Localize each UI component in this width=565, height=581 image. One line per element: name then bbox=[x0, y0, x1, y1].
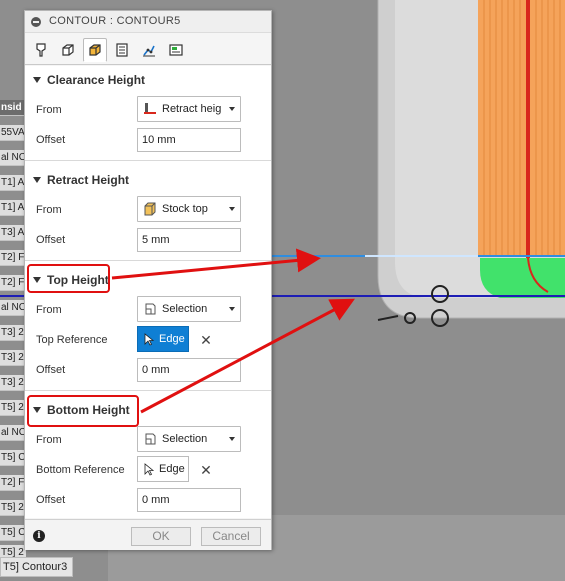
top-from-select[interactable]: Selection bbox=[137, 296, 241, 322]
browser-item[interactable]: al NC bbox=[0, 425, 26, 441]
cancel-button[interactable]: Cancel bbox=[201, 527, 261, 546]
tab-heights[interactable] bbox=[83, 38, 107, 62]
cursor-arrow-icon bbox=[144, 333, 154, 346]
browser-item[interactable]: T1] A bbox=[0, 200, 26, 216]
tab-geometry[interactable] bbox=[56, 38, 80, 62]
bottom-height-highlight bbox=[27, 395, 139, 427]
tab-post[interactable] bbox=[164, 38, 188, 62]
browser-item[interactable]: T5] 2 bbox=[0, 500, 26, 516]
collapse-triangle-icon bbox=[33, 77, 41, 83]
top-from-label: From bbox=[36, 304, 62, 316]
browser-item[interactable]: T5] 2 bbox=[0, 400, 26, 416]
clearance-height-header[interactable]: Clearance Height bbox=[33, 70, 145, 90]
chevron-down-icon bbox=[229, 437, 235, 441]
section-divider bbox=[25, 260, 271, 261]
browser-item-contour3[interactable]: T5] Contour3 bbox=[0, 557, 73, 577]
info-icon[interactable]: i bbox=[33, 530, 45, 542]
retract-height-icon bbox=[144, 103, 156, 114]
top-offset-label: Offset bbox=[36, 364, 66, 376]
bottom-from-select[interactable]: Selection bbox=[137, 426, 241, 452]
bottom-offset-label: Offset bbox=[36, 494, 66, 506]
cursor-arrow-icon bbox=[144, 463, 154, 476]
post-icon bbox=[169, 44, 183, 56]
browser-item[interactable]: T2] F bbox=[0, 275, 26, 291]
retract-from-label: From bbox=[36, 204, 62, 216]
bottom-reference-edge-button[interactable]: Edge bbox=[137, 456, 189, 482]
tab-linking[interactable] bbox=[137, 38, 161, 62]
clearance-offset-label: Offset bbox=[36, 134, 66, 146]
browser-item[interactable]: T5] C bbox=[0, 450, 26, 466]
stock-top-icon bbox=[144, 202, 156, 216]
tab-tool[interactable] bbox=[29, 38, 53, 62]
dialog-title-bar[interactable]: CONTOUR : CONTOUR5 bbox=[25, 11, 271, 33]
browser-item[interactable]: T2] F bbox=[0, 250, 26, 266]
ok-button[interactable]: OK bbox=[131, 527, 191, 546]
clear-bottom-reference-icon[interactable]: ✕ bbox=[199, 463, 213, 477]
collapse-icon[interactable] bbox=[31, 17, 41, 27]
chevron-down-icon bbox=[229, 307, 235, 311]
browser-item[interactable]: T1] A bbox=[0, 175, 26, 191]
selection-icon bbox=[145, 303, 156, 315]
selection-icon bbox=[145, 433, 156, 445]
browser-item[interactable]: al NC bbox=[0, 150, 26, 166]
clearance-offset-input[interactable] bbox=[137, 128, 241, 152]
clear-top-reference-icon[interactable]: ✕ bbox=[199, 333, 213, 347]
linking-icon bbox=[143, 45, 155, 57]
collapse-triangle-icon bbox=[33, 177, 41, 183]
bottom-from-label: From bbox=[36, 434, 62, 446]
top-reference-edge-button[interactable]: Edge bbox=[137, 326, 189, 352]
top-height-highlight bbox=[27, 264, 110, 293]
bottom-offset-input[interactable] bbox=[137, 488, 241, 512]
chevron-down-icon bbox=[229, 207, 235, 211]
retract-from-select[interactable]: Stock top bbox=[137, 196, 241, 222]
dialog-title: CONTOUR : CONTOUR5 bbox=[49, 15, 181, 27]
clearance-from-label: From bbox=[36, 104, 62, 116]
browser-item[interactable]: T3] 2 bbox=[0, 375, 26, 391]
top-reference-label: Top Reference bbox=[36, 334, 108, 346]
dialog-footer: i OK Cancel bbox=[25, 519, 271, 550]
retract-height-header[interactable]: Retract Height bbox=[33, 170, 129, 190]
browser-item[interactable]: T3] A bbox=[0, 225, 26, 241]
heights-icon bbox=[89, 44, 101, 56]
bottom-reference-label: Bottom Reference bbox=[36, 464, 125, 476]
clearance-from-select[interactable]: Retract heig bbox=[137, 96, 241, 122]
section-divider bbox=[25, 160, 271, 161]
chevron-down-icon bbox=[229, 107, 235, 111]
browser-item[interactable]: T3] 2 bbox=[0, 350, 26, 366]
geometry-icon bbox=[62, 44, 74, 56]
dialog-tabs bbox=[25, 35, 271, 65]
browser-item[interactable]: T5] C bbox=[0, 525, 26, 541]
section-divider bbox=[25, 390, 271, 391]
passes-icon bbox=[116, 43, 128, 57]
tab-passes[interactable] bbox=[110, 38, 134, 62]
retract-offset-label: Offset bbox=[36, 234, 66, 246]
retract-offset-input[interactable] bbox=[137, 228, 241, 252]
browser-item[interactable]: al NC bbox=[0, 300, 26, 316]
browser-item[interactable]: T2] F bbox=[0, 475, 26, 491]
top-offset-input[interactable] bbox=[137, 358, 241, 382]
browser-item[interactable]: T3] 2 bbox=[0, 325, 26, 341]
tool-icon bbox=[36, 43, 46, 57]
